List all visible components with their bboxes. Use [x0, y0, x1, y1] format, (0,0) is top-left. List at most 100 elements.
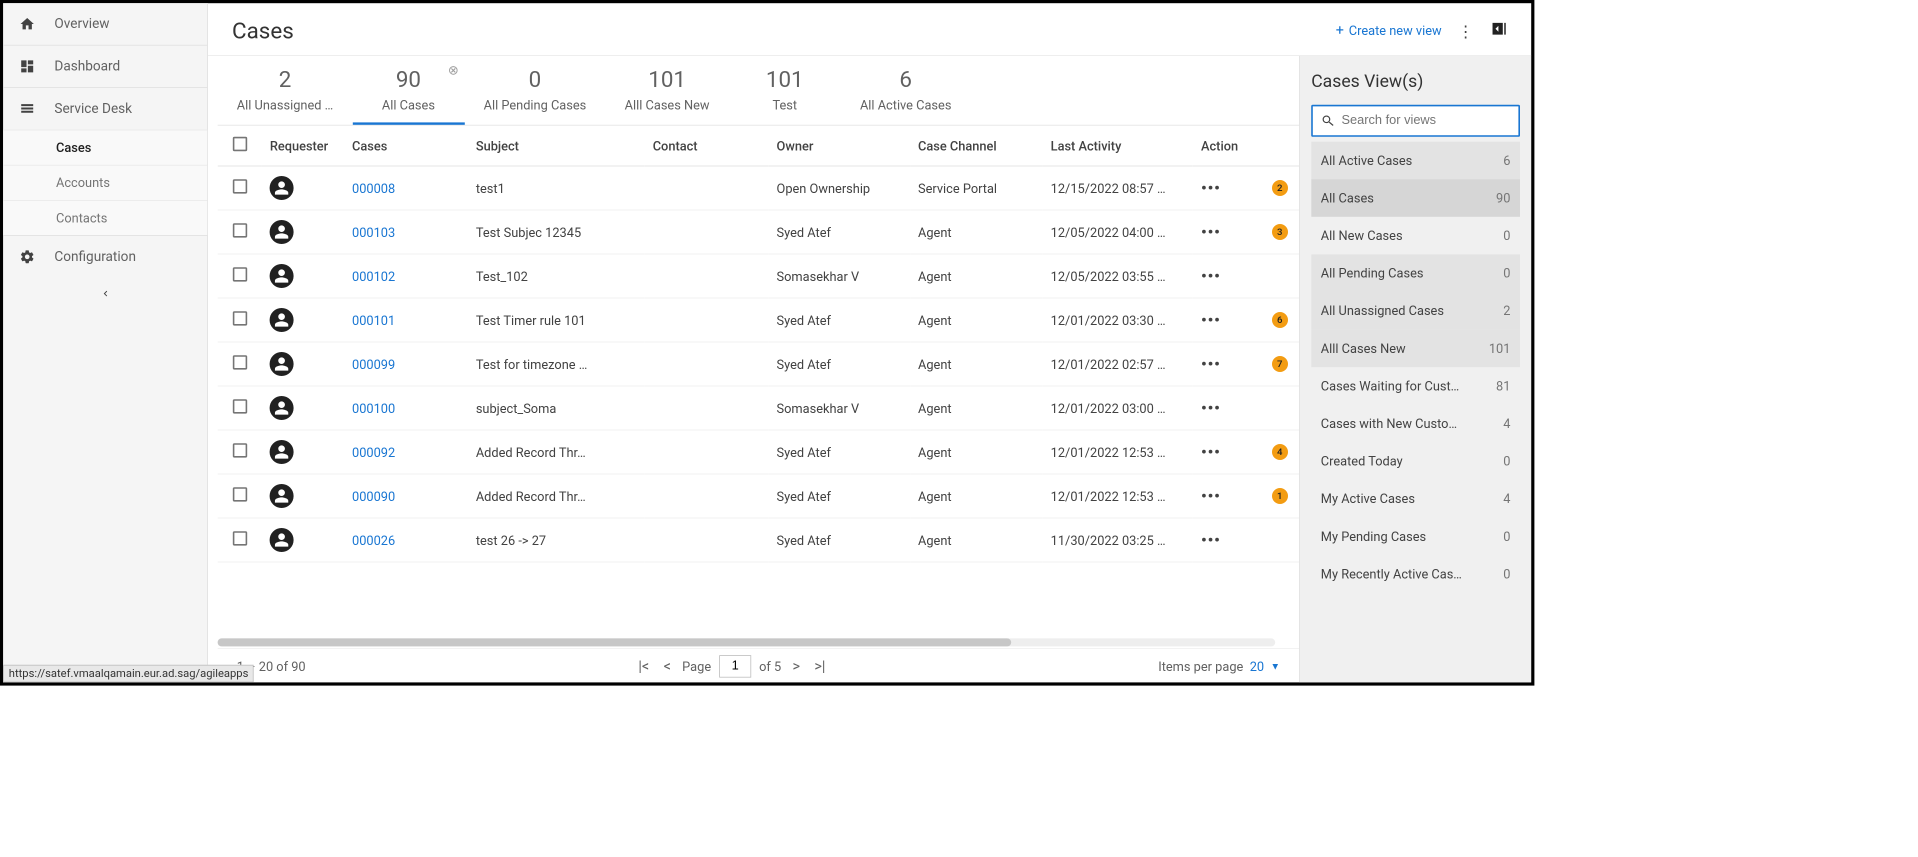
row-actions-menu[interactable]: ••• [1201, 310, 1221, 329]
table-row[interactable]: 000090Added Record Thr…Syed AtefAgent12/… [218, 474, 1300, 518]
row-actions-menu[interactable]: ••• [1201, 530, 1221, 549]
view-list-item[interactable]: My Recently Active Cas…0 [1311, 555, 1520, 593]
scrollbar-thumb[interactable] [218, 638, 1011, 646]
view-item-label: My Pending Cases [1321, 529, 1426, 544]
nav-overview[interactable]: Overview [3, 3, 207, 45]
row-actions-menu[interactable]: ••• [1201, 222, 1221, 241]
table-row[interactable]: 000100subject_SomaSomasekhar VAgent12/01… [218, 386, 1300, 430]
view-list-item[interactable]: All Cases90 [1311, 179, 1520, 217]
views-search-input[interactable] [1341, 114, 1510, 128]
view-list-item[interactable]: All Active Cases6 [1311, 142, 1520, 180]
status-badge: 2 [1272, 180, 1288, 196]
col-activity[interactable]: Last Activity [1043, 126, 1193, 166]
nav-sub-cases[interactable]: Cases [3, 130, 207, 165]
row-checkbox[interactable] [233, 267, 247, 281]
row-actions-menu[interactable]: ••• [1201, 442, 1221, 461]
search-icon [1321, 113, 1335, 129]
view-tab[interactable]: 101Alll Cases New [605, 56, 728, 125]
col-cases[interactable]: Cases [344, 126, 468, 166]
page-input[interactable] [719, 655, 751, 677]
kebab-menu-icon[interactable]: ⋮ [1458, 21, 1474, 40]
view-tab[interactable]: 2All Unassigned … [218, 56, 353, 125]
next-page-button[interactable]: > [789, 658, 803, 675]
cell-contact [645, 342, 769, 386]
col-requester[interactable]: Requester [262, 126, 344, 166]
row-checkbox[interactable] [233, 311, 247, 325]
nav-configuration[interactable]: Configuration [3, 235, 207, 277]
col-contact[interactable]: Contact [645, 126, 769, 166]
view-tab[interactable]: 0All Pending Cases [464, 56, 605, 125]
view-list-item[interactable]: My Active Cases4 [1311, 480, 1520, 518]
table-row[interactable]: 000026test 26 -> 27Syed AtefAgent11/30/2… [218, 518, 1300, 562]
tab-count: 101 [625, 69, 710, 91]
view-list-item[interactable]: All Pending Cases0 [1311, 254, 1520, 292]
nav-service-desk[interactable]: Service Desk [3, 87, 207, 129]
row-actions-menu[interactable]: ••• [1201, 398, 1221, 417]
nav-dashboard[interactable]: Dashboard [3, 45, 207, 87]
case-link[interactable]: 000100 [352, 400, 395, 415]
expand-panel-icon[interactable] [1490, 20, 1508, 42]
case-link[interactable]: 000092 [352, 444, 395, 459]
horizontal-scrollbar[interactable] [218, 638, 1276, 646]
view-list-item[interactable]: My Pending Cases 0 [1311, 518, 1520, 556]
row-checkbox[interactable] [233, 179, 247, 193]
col-owner[interactable]: Owner [769, 126, 911, 166]
select-all-checkbox[interactable] [233, 137, 247, 151]
tab-count: 0 [484, 69, 587, 91]
close-tab-icon[interactable]: ⊗ [447, 62, 460, 75]
col-channel[interactable]: Case Channel [910, 126, 1043, 166]
row-actions-menu[interactable]: ••• [1201, 266, 1221, 285]
tab-count: 90 [372, 69, 446, 91]
case-link[interactable]: 000099 [352, 356, 395, 371]
table-row[interactable]: 000092Added Record Thr…Syed AtefAgent12/… [218, 430, 1300, 474]
case-link[interactable]: 000102 [352, 268, 395, 283]
row-actions-menu[interactable]: ••• [1201, 178, 1221, 197]
view-tab[interactable]: 90All Cases⊗ [352, 56, 464, 125]
case-link[interactable]: 000103 [352, 224, 395, 239]
case-link[interactable]: 000008 [352, 180, 395, 195]
sidebar: Overview Dashboard Service Desk Cases Ac… [3, 3, 208, 682]
first-page-button[interactable]: |< [635, 658, 652, 675]
table-row[interactable]: 000101Test Timer rule 101Syed AtefAgent1… [218, 298, 1300, 342]
row-checkbox[interactable] [233, 443, 247, 457]
case-link[interactable]: 000101 [352, 312, 395, 327]
prev-page-button[interactable]: < [660, 658, 674, 675]
case-link[interactable]: 000090 [352, 488, 395, 503]
nav-sub-contacts[interactable]: Contacts [3, 200, 207, 235]
view-list-item[interactable]: Cases Waiting for Cust…81 [1311, 367, 1520, 405]
row-checkbox[interactable] [233, 223, 247, 237]
view-tab[interactable]: 101Test [729, 56, 841, 125]
view-list-item[interactable]: Created Today0 [1311, 442, 1520, 480]
create-new-view-button[interactable]: + Create new view [1336, 22, 1442, 39]
view-tab[interactable]: 6All Active Cases [841, 56, 971, 125]
view-item-count: 0 [1503, 529, 1510, 544]
view-list-item[interactable]: All Unassigned Cases2 [1311, 292, 1520, 330]
table-row[interactable]: 000099Test for timezone …Syed AtefAgent1… [218, 342, 1300, 386]
last-page-button[interactable]: >| [811, 658, 828, 675]
view-list-item[interactable]: Cases with New Custo…4 [1311, 405, 1520, 443]
view-item-count: 2 [1503, 303, 1510, 318]
cell-activity: 12/01/2022 12:53 … [1043, 474, 1193, 518]
table-row[interactable]: 000103Test Subjec 12345Syed AtefAgent12/… [218, 210, 1300, 254]
row-checkbox[interactable] [233, 487, 247, 501]
view-item-label: Alll Cases New [1321, 341, 1406, 356]
view-list-item[interactable]: Alll Cases New 101 [1311, 330, 1520, 368]
table-scroll[interactable]: Requester Cases Subject Contact Owner Ca… [218, 126, 1300, 639]
row-actions-menu[interactable]: ••• [1201, 354, 1221, 373]
items-per-page[interactable]: Items per page 20 ▼ [1158, 659, 1280, 674]
nav-sub-accounts[interactable]: Accounts [3, 165, 207, 200]
view-item-count: 81 [1496, 378, 1510, 393]
view-list-item[interactable]: All New Cases0 [1311, 217, 1520, 255]
table-row[interactable]: 000102Test_102Somasekhar VAgent12/05/202… [218, 254, 1300, 298]
row-checkbox[interactable] [233, 531, 247, 545]
table-row[interactable]: 000008test1Open OwnershipService Portal1… [218, 166, 1300, 210]
case-link[interactable]: 000026 [352, 532, 395, 547]
view-item-count: 101 [1489, 341, 1511, 356]
cell-contact [645, 518, 769, 562]
views-search[interactable] [1311, 105, 1520, 137]
row-checkbox[interactable] [233, 399, 247, 413]
row-checkbox[interactable] [233, 355, 247, 369]
col-subject[interactable]: Subject [468, 126, 645, 166]
sidebar-collapse-button[interactable] [3, 278, 207, 312]
row-actions-menu[interactable]: ••• [1201, 486, 1221, 505]
